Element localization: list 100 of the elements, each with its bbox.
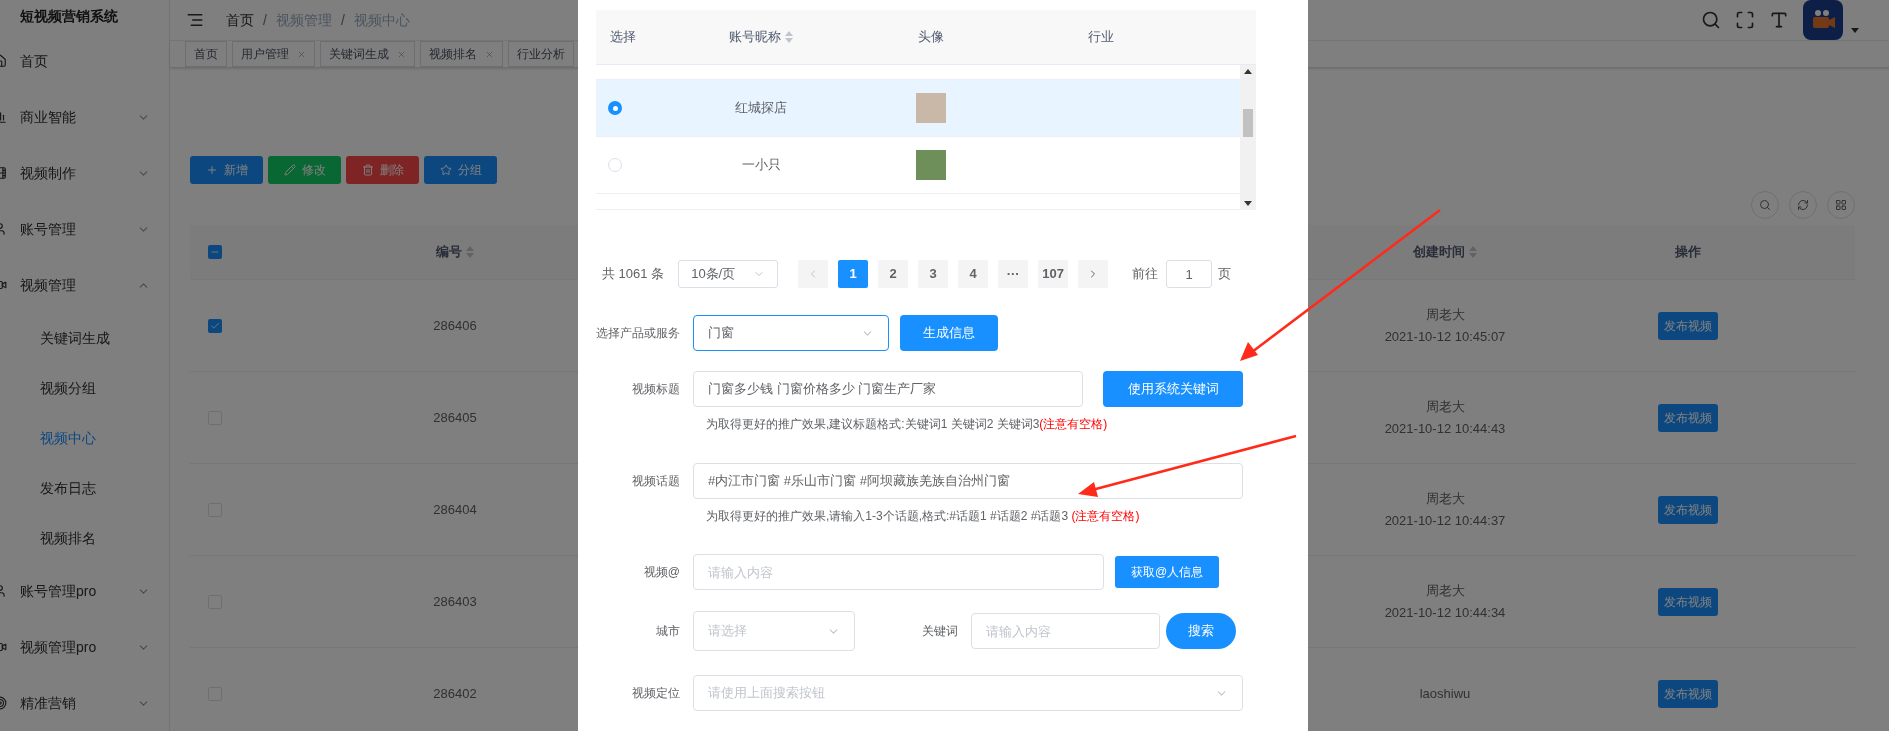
table-cell-text: 2021-10-12 10:45:07 [1384, 327, 1506, 346]
page-tab[interactable]: 首页 [185, 41, 227, 67]
goto-label: 前往 [1132, 265, 1159, 284]
search-button[interactable]: 搜索 [1166, 613, 1236, 649]
edit-icon [283, 164, 296, 176]
table-cell-text: 2021-10-12 10:44:37 [1384, 511, 1506, 530]
camera-logo-icon [1810, 9, 1836, 31]
table-cell-text: 周老大 [1425, 581, 1465, 600]
sidebar-item[interactable]: 视频管理 [0, 257, 169, 313]
submenu-item[interactable]: 关键词生成 [0, 313, 169, 363]
publish-video-button[interactable]: 发布视频 [1657, 495, 1718, 524]
column-header: 行业 [1088, 28, 1114, 47]
page-tab[interactable]: 行业分析 [508, 41, 574, 67]
field-label: 关键词 [921, 623, 959, 640]
publish-video-button[interactable]: 发布视频 [1657, 679, 1718, 708]
fetch-mentions-button[interactable]: 获取@人信息 [1115, 556, 1219, 588]
table-cell-text: 周老大 [1425, 397, 1465, 416]
page-tab[interactable]: 用户管理 [232, 41, 315, 67]
font-size-icon[interactable] [1769, 10, 1789, 30]
goto-page-field[interactable]: 1 [1166, 260, 1213, 288]
caret-icon[interactable] [1851, 27, 1859, 33]
title-field[interactable]: 门窗多少钱 门窗价格多少 门窗生产厂家 [693, 371, 1083, 407]
select-all-checkbox[interactable] [208, 245, 222, 259]
sidebar-item[interactable]: 账号管理pro [0, 563, 169, 619]
publish-video-button[interactable]: 发布视频 [1657, 587, 1718, 616]
page-button[interactable]: 3 [918, 260, 949, 288]
app-title: 短视频营销系统 [19, 7, 119, 26]
sort-icon[interactable] [785, 31, 793, 43]
field-label: 视频定位 [631, 685, 681, 702]
submenu-item[interactable]: 视频分组 [0, 363, 169, 413]
generate-button[interactable]: 生成信息 [900, 315, 998, 351]
table-cell-text: 2021-10-12 10:44:43 [1384, 419, 1506, 438]
total-count: 共 1061 条 [602, 265, 665, 284]
page-button[interactable]: ··· [998, 260, 1029, 288]
row-checkbox[interactable] [208, 318, 222, 333]
table-cell-text: 286405 [433, 408, 477, 427]
publish-video-button[interactable]: 发布视频 [1657, 403, 1718, 432]
sidebar-item[interactable]: 首页 [0, 33, 169, 89]
sidebar-item[interactable]: 视频管理pro [0, 619, 169, 675]
radio-button[interactable] [608, 101, 622, 115]
next-page-button[interactable] [1078, 260, 1109, 288]
breadcrumb-item[interactable]: 首页 [226, 9, 254, 31]
scroll-up-icon[interactable] [1244, 69, 1252, 74]
close-icon[interactable] [485, 49, 494, 59]
user-avatar[interactable] [1803, 0, 1843, 40]
sidebar-item[interactable]: 视频制作 [0, 145, 169, 201]
hint-text: 为取得更好的推广效果,请输入1-3个话题,格式:#话题1 #话题2 #话题3 (注意有空格) [706, 508, 1141, 525]
radio-button[interactable] [608, 158, 622, 172]
delete-icon [361, 164, 374, 176]
page-tab[interactable]: 视频排名 [420, 41, 503, 67]
scrollbar[interactable] [1240, 65, 1256, 210]
submenu-item[interactable]: 视频排名 [0, 513, 169, 563]
page-size-select[interactable]: 10条/页 [678, 260, 779, 288]
check-icon [210, 320, 220, 331]
sidebar-item[interactable]: 账号管理 [0, 201, 169, 257]
page-button[interactable]: 2 [878, 260, 909, 288]
table-cell-text: 周老大 [1425, 489, 1465, 508]
submenu-item[interactable]: 视频中心 [0, 413, 169, 463]
close-icon[interactable] [397, 49, 406, 59]
photo-placeholder [916, 150, 946, 180]
page-button[interactable]: 1 [838, 260, 869, 288]
sidebar-item[interactable]: 商业智能 [0, 89, 169, 145]
search-icon [1759, 199, 1771, 211]
column-header[interactable]: 创建时间 [1413, 242, 1477, 262]
page-button[interactable]: 107 [1038, 260, 1069, 288]
field-label: 选择产品或服务 [595, 325, 681, 342]
submenu-item[interactable]: 发布日志 [0, 463, 169, 513]
table-cell-text: laoshiwu [1419, 684, 1471, 703]
table-cell-text: 周老大 [1425, 305, 1465, 324]
table-cell-text: 2021-10-12 10:44:34 [1384, 603, 1506, 622]
previous-page-button[interactable] [798, 260, 829, 288]
scrollbar-thumb[interactable] [1243, 108, 1253, 137]
column-header[interactable]: 编号 [436, 242, 474, 262]
field-label: 视频标题 [631, 381, 681, 398]
fullscreen-icon[interactable] [1735, 10, 1755, 30]
table-cell-text: 红城探店 [734, 99, 788, 118]
toolbar-button[interactable]: 分组 [424, 156, 497, 184]
toolbar-button[interactable]: 新增 [190, 156, 263, 184]
page-button[interactable]: 4 [958, 260, 989, 288]
product-select[interactable]: 门窗 [693, 315, 889, 351]
sort-icon[interactable] [466, 246, 474, 258]
search-icon[interactable] [1701, 10, 1721, 30]
mention-field[interactable]: 请输入内容 [693, 554, 1104, 590]
hint-text: 为取得更好的推广效果,建议标题格式:关键词1 关键词2 关键词3(注意有空格) [706, 416, 1109, 433]
sort-icon[interactable] [1469, 246, 1477, 258]
scroll-down-icon[interactable] [1244, 201, 1252, 206]
sidebar-item[interactable]: 精准营销 [0, 675, 169, 731]
add-icon [205, 164, 218, 176]
toolbar-button[interactable]: 删除 [346, 156, 419, 184]
column-header[interactable]: 账号昵称 [729, 27, 793, 47]
table-cell-text: 286402 [433, 684, 477, 703]
column-header: 头像 [918, 28, 944, 47]
publish-video-button[interactable]: 发布视频 [1657, 311, 1718, 340]
topic-field[interactable]: #内江市门窗 #乐山市门窗 #阿坝藏族羌族自治州门窗 [693, 463, 1243, 499]
breadcrumb-separator: / [340, 10, 345, 30]
keyword-field[interactable]: 请输入内容 [971, 613, 1160, 649]
account-row[interactable]: 红城探店 [596, 80, 1240, 137]
page-tab[interactable]: 关键词生成 [320, 41, 415, 67]
close-icon[interactable] [297, 49, 306, 59]
use-keywords-button[interactable]: 使用系统关键词 [1103, 371, 1243, 407]
